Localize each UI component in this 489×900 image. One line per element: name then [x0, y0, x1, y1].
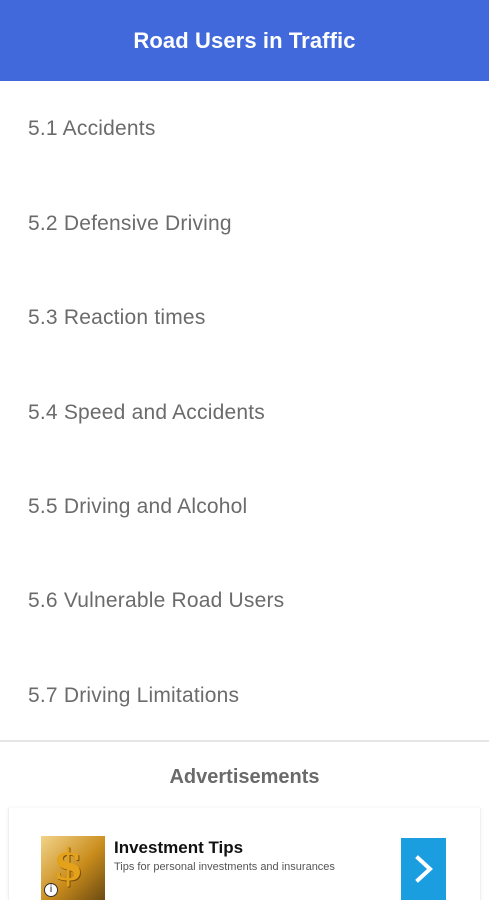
list-item-reaction-times[interactable]: 5.3 Reaction times — [0, 271, 489, 365]
list-item-label: 5.4 Speed and Accidents — [28, 400, 265, 424]
topic-list: 5.1 Accidents 5.2 Defensive Driving 5.3 … — [0, 81, 489, 743]
app-screen: Road Users in Traffic 5.1 Accidents 5.2 … — [0, 0, 489, 900]
list-item-label: 5.7 Driving Limitations — [28, 683, 240, 707]
list-item-driving-limitations[interactable]: 5.7 Driving Limitations — [0, 648, 489, 742]
ads-heading: Advertisements — [169, 766, 320, 788]
list-item-label: 5.5 Driving and Alcohol — [28, 495, 248, 519]
list-item-vulnerable-road-users[interactable]: 5.6 Vulnerable Road Users — [0, 554, 489, 648]
list-item-label: 5.3 Reaction times — [28, 306, 206, 330]
dollar-icon: $ — [53, 840, 84, 891]
chevron-right-icon — [414, 855, 433, 883]
list-item-defensive-driving[interactable]: 5.2 Defensive Driving — [0, 177, 489, 271]
page-title: Road Users in Traffic — [133, 27, 356, 53]
ad-text[interactable]: Investment Tips Tips for personal invest… — [114, 838, 390, 873]
ad-subtitle: Tips for personal investments and insura… — [114, 861, 335, 873]
list-item-driving-and-alcohol[interactable]: 5.5 Driving and Alcohol — [0, 460, 489, 554]
list-item-label: 5.1 Accidents — [28, 117, 156, 140]
ads-section: Advertisements $ i Investment Tips Tips … — [0, 740, 489, 900]
ad-thumbnail[interactable]: $ i — [41, 836, 105, 900]
list-item-label: 5.2 Defensive Driving — [28, 212, 232, 236]
list-item-label: 5.6 Vulnerable Road Users — [28, 589, 285, 613]
ad-open-button[interactable] — [401, 838, 446, 900]
ad-banner[interactable]: $ i Investment Tips Tips for personal in… — [8, 808, 481, 900]
info-icon[interactable]: i — [44, 883, 58, 897]
ad-headline: Investment Tips — [114, 838, 244, 857]
list-item-speed-and-accidents[interactable]: 5.4 Speed and Accidents — [0, 366, 489, 460]
list-item-accidents[interactable]: 5.1 Accidents — [0, 81, 489, 177]
app-header: Road Users in Traffic — [0, 0, 489, 81]
